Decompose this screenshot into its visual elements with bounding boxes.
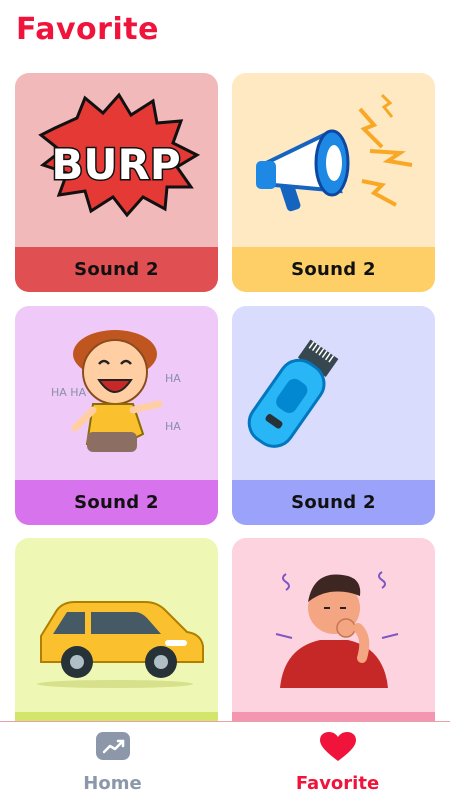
- sound-card-label: Sound 2: [291, 492, 376, 513]
- page-title: Favorite: [16, 12, 159, 47]
- bottom-nav: Home Favorite: [0, 721, 450, 801]
- hair-clipper-icon: [247, 339, 339, 448]
- nav-label-favorite: Favorite: [295, 773, 380, 794]
- chart-icon: [95, 732, 130, 760]
- favorites-grid: BURP Sound 2 Sound 2 HA HA HA HA Sound 2…: [15, 73, 435, 721]
- sound-card-laughing[interactable]: HA HA HA HA Sound 2: [15, 306, 218, 525]
- sound-card-label-bar: [15, 712, 218, 721]
- nav-label-home: Home: [83, 773, 142, 794]
- yellow-car-icon: [37, 601, 204, 688]
- sound-card-label: Sound 2: [74, 492, 159, 513]
- sound-card-label-bar: Sound 2: [15, 247, 218, 292]
- sound-card-megaphone[interactable]: Sound 2: [232, 73, 435, 292]
- nav-item-home[interactable]: Home: [0, 722, 225, 801]
- sound-card-cough[interactable]: [232, 538, 435, 721]
- sound-card-clipper[interactable]: Sound 2: [232, 306, 435, 525]
- burp-text: BURP: [51, 140, 180, 189]
- sound-card-label-bar: Sound 2: [15, 480, 218, 525]
- svg-text:HA: HA: [165, 420, 181, 433]
- sound-card-label-bar: Sound 2: [232, 247, 435, 292]
- laughing-boy-icon: HA HA HA HA: [51, 330, 181, 452]
- sound-card-burp[interactable]: BURP Sound 2: [15, 73, 218, 292]
- heart-icon: [319, 732, 356, 761]
- svg-text:HA HA: HA HA: [51, 386, 87, 399]
- sound-card-label-bar: [232, 712, 435, 721]
- sound-card-label-bar: Sound 2: [232, 480, 435, 525]
- sound-card-car[interactable]: [15, 538, 218, 721]
- sound-card-label: Sound 2: [74, 259, 159, 280]
- burp-comic-icon: BURP: [38, 92, 201, 218]
- sound-card-label: Sound 2: [291, 259, 376, 280]
- megaphone-icon: [256, 93, 413, 212]
- nav-item-favorite[interactable]: Favorite: [225, 722, 450, 801]
- coughing-man-icon: [275, 571, 399, 688]
- svg-text:HA: HA: [165, 372, 181, 385]
